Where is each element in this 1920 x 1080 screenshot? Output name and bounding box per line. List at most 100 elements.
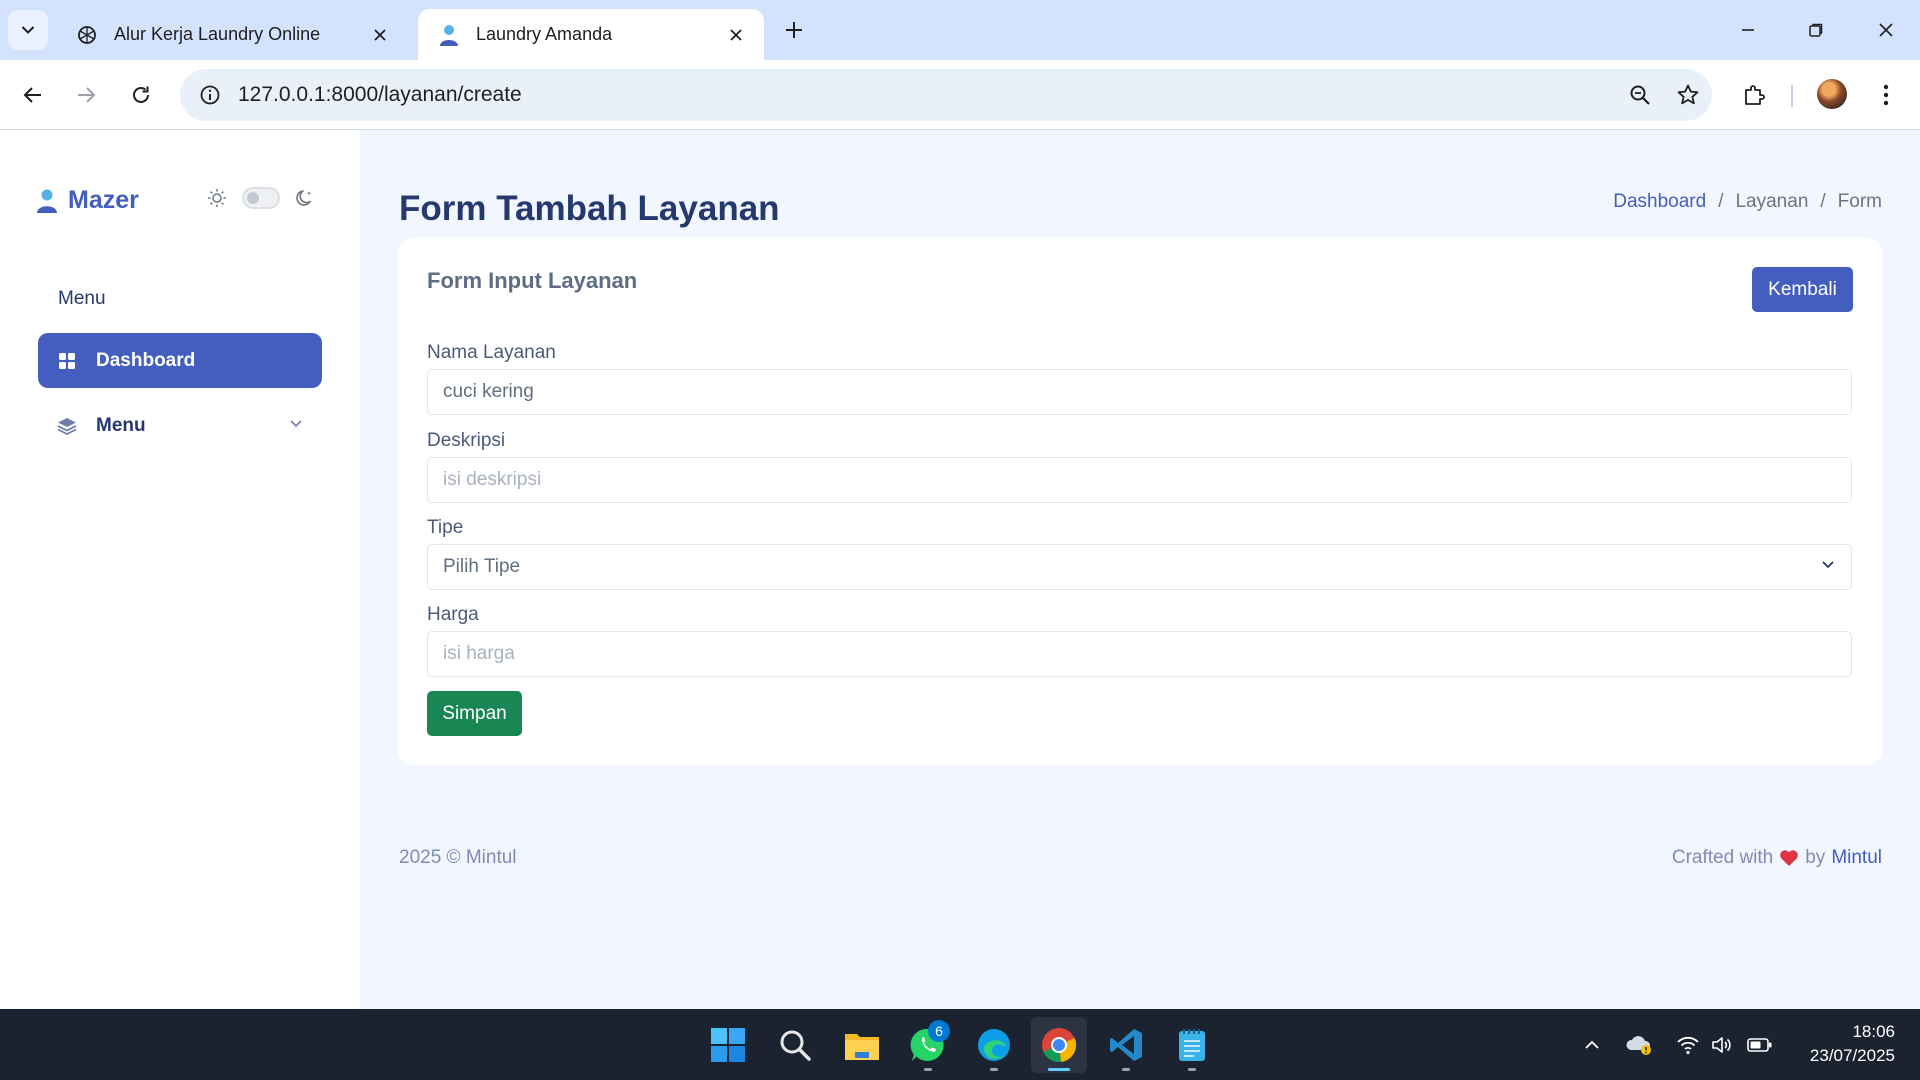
restore-icon — [1809, 23, 1823, 37]
tipe-select[interactable]: Pilih Tipe — [427, 544, 1852, 590]
breadcrumb-form: Form — [1837, 191, 1882, 212]
profile-avatar[interactable] — [1817, 79, 1847, 109]
footer-credit: Crafted with by Mintul — [1672, 847, 1882, 869]
browser-menu-button[interactable] — [1866, 75, 1906, 115]
battery-tray-icon[interactable] — [1744, 1029, 1776, 1061]
tab-alur-kerja[interactable]: Alur Kerja Laundry Online — [56, 9, 408, 60]
sidebar-item-dashboard[interactable]: Dashboard — [38, 333, 322, 388]
harga-label: Harga — [427, 604, 479, 625]
folder-icon — [845, 1034, 879, 1060]
volume-tray-icon[interactable] — [1706, 1029, 1738, 1061]
nama-layanan-input[interactable]: cuci kering — [427, 369, 1852, 415]
openai-icon — [74, 22, 100, 48]
chevron-up-icon — [1585, 1040, 1599, 1049]
taskbar-notepad[interactable] — [1164, 1017, 1220, 1073]
nama-layanan-value: cuci kering — [443, 381, 534, 402]
breadcrumb-dashboard[interactable]: Dashboard — [1613, 191, 1706, 213]
bookmark-star-icon[interactable] — [1664, 71, 1712, 119]
dark-mode-toggle[interactable] — [242, 187, 280, 209]
notepad-icon — [1179, 1029, 1205, 1061]
browser-tabstrip: Alur Kerja Laundry Online Laundry Amanda — [0, 0, 1920, 60]
url-text[interactable]: 127.0.0.1:8000/layanan/create — [238, 83, 1616, 107]
breadcrumb: Dashboard / Layanan / Form — [1613, 191, 1882, 213]
edge-icon — [978, 1029, 1010, 1061]
search-icon — [780, 1030, 811, 1061]
vscode-icon — [1110, 1029, 1142, 1061]
close-icon — [1879, 23, 1893, 37]
breadcrumb-layanan[interactable]: Layanan — [1735, 191, 1808, 213]
card-title: Form Input Layanan — [427, 268, 638, 293]
footer-copyright: 2025 © Mintul — [399, 847, 517, 868]
more-vertical-icon — [1883, 84, 1889, 106]
layers-icon — [56, 415, 78, 437]
address-bar[interactable]: 127.0.0.1:8000/layanan/create — [180, 69, 1712, 121]
extensions-button[interactable] — [1734, 75, 1774, 115]
footer-crafted-prefix: Crafted with — [1671, 847, 1774, 868]
sidebar-item-label: Dashboard — [96, 349, 196, 371]
moon-icon — [296, 190, 312, 206]
search-button[interactable] — [767, 1017, 823, 1073]
forward-button[interactable] — [66, 75, 106, 115]
new-tab-button[interactable] — [778, 14, 810, 46]
chrome-icon — [1042, 1028, 1077, 1063]
chevron-down-icon — [22, 26, 34, 34]
speaker-icon — [1712, 1037, 1731, 1053]
battery-icon — [1747, 1038, 1772, 1052]
user-icon — [37, 189, 57, 213]
back-button[interactable]: Kembali — [1752, 267, 1853, 312]
plus-icon — [786, 22, 802, 38]
running-indicator — [1188, 1068, 1196, 1071]
theme-switcher — [206, 187, 316, 209]
onedrive-tray-icon[interactable] — [1623, 1029, 1655, 1061]
zoom-icon[interactable] — [1616, 71, 1664, 119]
sidebar-item-menu[interactable]: Menu — [38, 398, 322, 453]
tab-title: Alur Kerja Laundry Online — [114, 24, 321, 44]
taskbar-file-explorer[interactable] — [834, 1017, 890, 1073]
taskbar-chrome[interactable] — [1031, 1017, 1087, 1073]
cloud-warning-icon — [1626, 1036, 1651, 1055]
taskbar-whatsapp[interactable]: 6 — [900, 1017, 956, 1073]
close-tab-icon[interactable] — [724, 23, 748, 47]
start-button[interactable] — [700, 1017, 756, 1073]
tab-search-button[interactable] — [8, 10, 48, 50]
footer-by: by — [1805, 847, 1826, 868]
taskbar-edge[interactable] — [966, 1017, 1022, 1073]
taskbar-vscode[interactable] — [1098, 1017, 1154, 1073]
toolbar-divider — [1791, 85, 1793, 107]
back-button[interactable] — [13, 75, 53, 115]
minimize-button[interactable] — [1718, 10, 1778, 50]
reload-button[interactable] — [121, 75, 161, 115]
user-icon — [436, 22, 462, 48]
heart-icon — [1779, 849, 1799, 867]
sidebar: Mazer Menu Dashboard Menu — [0, 131, 360, 1009]
save-button[interactable]: Simpan — [427, 691, 522, 736]
puzzle-icon — [1745, 85, 1765, 105]
tipe-selected-value: Pilih Tipe — [443, 556, 521, 577]
windows-icon — [711, 1028, 745, 1062]
tab-laundry-amanda[interactable]: Laundry Amanda — [418, 9, 764, 60]
clock-date: 23/07/2025 — [1809, 1046, 1895, 1065]
restore-button[interactable] — [1786, 10, 1846, 50]
form-card: Form Input Layanan Kembali Nama Layanan … — [398, 238, 1882, 765]
site-info-icon[interactable] — [184, 69, 236, 121]
minimize-icon — [1742, 29, 1754, 31]
clock-time: 18:06 — [1852, 1022, 1895, 1041]
deskripsi-input[interactable]: isi deskripsi — [427, 457, 1852, 503]
show-hidden-icons-button[interactable] — [1576, 1029, 1608, 1061]
footer-author-link[interactable]: Mintul — [1831, 847, 1882, 869]
brand-logo[interactable]: Mazer — [36, 186, 139, 215]
harga-input[interactable]: isi harga — [427, 631, 1852, 677]
running-indicator — [990, 1068, 998, 1071]
close-tab-icon[interactable] — [368, 23, 392, 47]
whatsapp-badge: 6 — [928, 1020, 950, 1042]
taskbar-clock[interactable]: 18:06 23/07/2025 — [1810, 1020, 1895, 1068]
grid-icon — [56, 350, 78, 372]
sun-icon — [208, 189, 226, 207]
taskbar: 6 — [0, 1009, 1920, 1080]
close-window-button[interactable] — [1856, 10, 1916, 50]
running-indicator — [1122, 1068, 1130, 1071]
breadcrumb-separator: / — [1718, 191, 1724, 212]
wifi-tray-icon[interactable] — [1672, 1029, 1704, 1061]
deskripsi-placeholder: isi deskripsi — [443, 469, 542, 490]
page-title: Form Tambah Layanan — [399, 189, 780, 228]
